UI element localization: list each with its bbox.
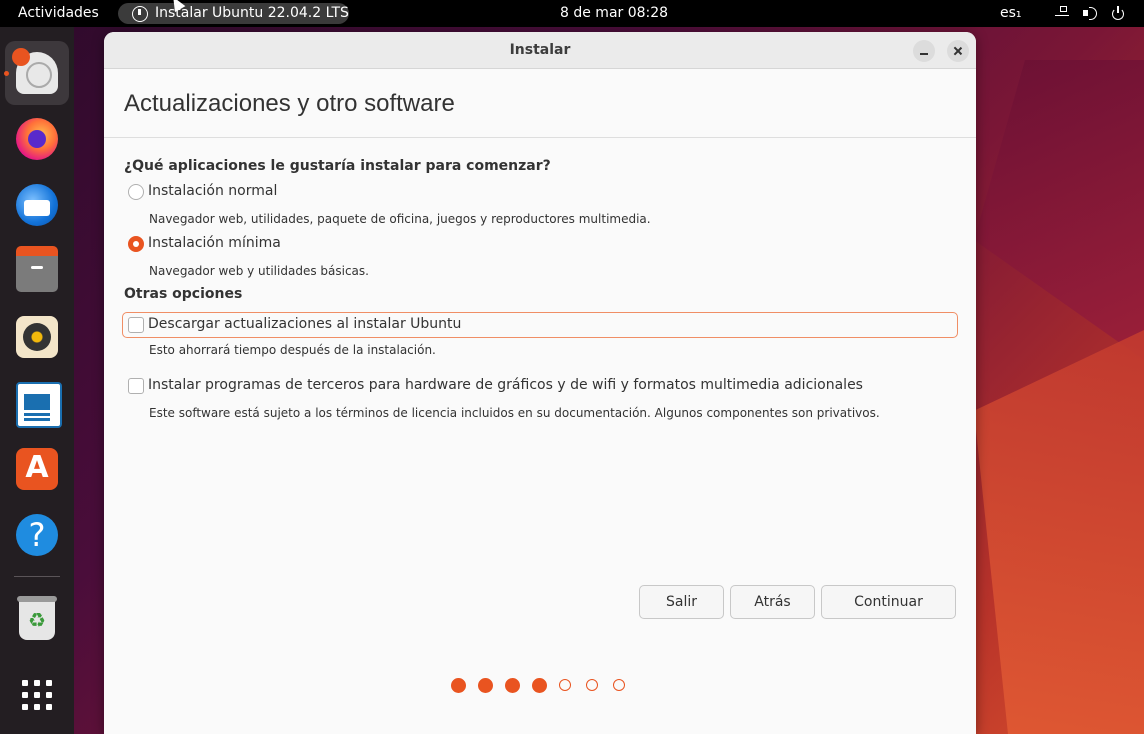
help-icon xyxy=(16,514,58,556)
wallpaper-shape xyxy=(974,330,1144,734)
installer-window: Instalar Actualizaciones y otro software… xyxy=(104,32,976,734)
close-button[interactable] xyxy=(947,40,969,62)
dock-separator xyxy=(14,576,60,577)
checkbox-label[interactable]: Descargar actualizaciones al instalar Ub… xyxy=(148,316,461,332)
checkbox[interactable] xyxy=(128,378,144,394)
window-titlebar[interactable]: Instalar xyxy=(104,32,976,69)
divider xyxy=(104,137,976,138)
radio-button-selected[interactable] xyxy=(128,236,144,252)
ubuntu-installer-icon xyxy=(12,48,58,94)
dock-item-thunderbird[interactable] xyxy=(5,173,69,237)
minimize-button[interactable] xyxy=(913,40,935,62)
quit-button[interactable]: Salir xyxy=(639,585,724,619)
progress-dot-pending xyxy=(559,679,571,691)
trash-icon xyxy=(17,596,57,640)
radio-label[interactable]: Instalación normal xyxy=(148,183,277,199)
dock-item-writer[interactable] xyxy=(5,371,69,435)
window-title: Instalar xyxy=(509,42,571,58)
dock-item-installer[interactable] xyxy=(4,41,69,105)
app-menu-button[interactable]: Instalar Ubuntu 22.04.2 LTS xyxy=(118,3,349,24)
install-type-question: ¿Qué aplicaciones le gustaría instalar p… xyxy=(124,158,551,174)
dock-item-firefox[interactable] xyxy=(5,107,69,171)
progress-dot-complete xyxy=(478,678,493,693)
running-indicator xyxy=(4,71,9,76)
progress-dot-complete xyxy=(532,678,547,693)
other-options-heading: Otras opciones xyxy=(124,286,243,302)
dock-item-files[interactable] xyxy=(5,239,69,303)
grid-icon xyxy=(16,674,58,716)
show-apps-button[interactable] xyxy=(5,663,69,727)
progress-dot-complete xyxy=(505,678,520,693)
page-title: Actualizaciones y otro software xyxy=(124,90,455,117)
dock xyxy=(0,27,74,734)
radio-label[interactable]: Instalación mínima xyxy=(148,235,281,251)
back-button[interactable]: Atrás xyxy=(730,585,815,619)
continue-button[interactable]: Continuar xyxy=(821,585,956,619)
option-description: Este software está sujeto a los términos… xyxy=(149,406,880,420)
wallpaper-shape xyxy=(974,60,1144,360)
option-description: Esto ahorrará tiempo después de la insta… xyxy=(149,343,436,357)
dock-item-rhythmbox[interactable] xyxy=(5,305,69,369)
keyboard-layout-indicator[interactable]: es₁ xyxy=(1000,5,1022,21)
option-description: Navegador web y utilidades básicas. xyxy=(149,264,369,278)
option-description: Navegador web, utilidades, paquete de of… xyxy=(149,212,651,226)
dock-item-help[interactable] xyxy=(5,503,69,567)
firefox-icon xyxy=(16,118,58,160)
download-icon xyxy=(132,6,148,22)
activities-button[interactable]: Actividades xyxy=(18,5,99,21)
network-icon[interactable] xyxy=(1055,6,1069,20)
volume-icon[interactable] xyxy=(1083,6,1097,20)
progress-dot-complete xyxy=(451,678,466,693)
clock[interactable]: 8 de mar 08:28 xyxy=(560,5,668,21)
checkbox[interactable] xyxy=(128,317,144,333)
progress-dot-pending xyxy=(613,679,625,691)
checkbox-label[interactable]: Instalar programas de terceros para hard… xyxy=(148,377,863,393)
app-menu-label: Instalar Ubuntu 22.04.2 LTS xyxy=(155,5,349,21)
power-icon[interactable] xyxy=(1111,6,1125,20)
files-icon xyxy=(16,246,58,292)
rhythmbox-icon xyxy=(16,316,58,358)
dock-item-software[interactable] xyxy=(5,437,69,501)
dock-item-trash[interactable] xyxy=(5,587,69,651)
ubuntu-software-icon xyxy=(16,448,58,490)
thunderbird-icon xyxy=(16,184,58,226)
radio-button[interactable] xyxy=(128,184,144,200)
progress-dot-pending xyxy=(586,679,598,691)
libreoffice-writer-icon xyxy=(16,382,62,428)
